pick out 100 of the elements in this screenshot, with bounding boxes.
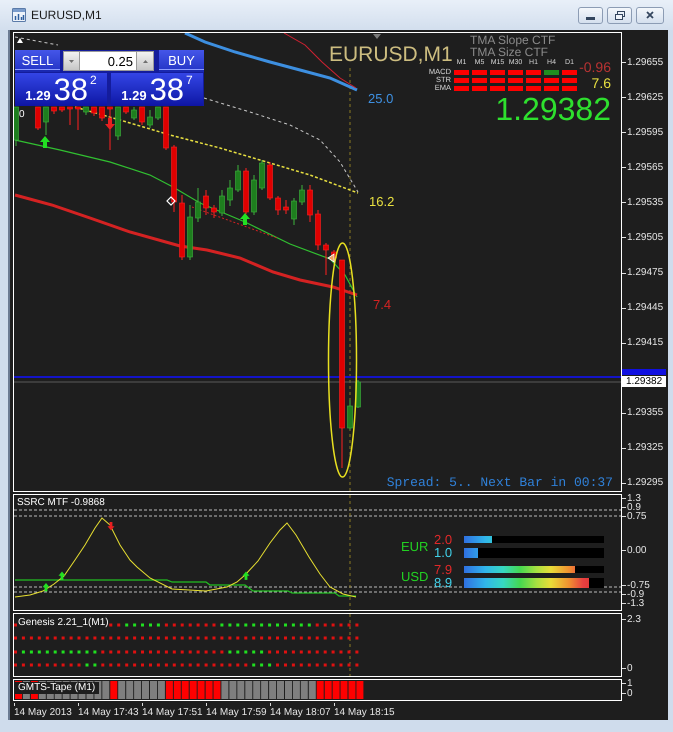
indicator-reading: 7.6 xyxy=(592,75,611,91)
price-label: 1.29655 xyxy=(627,58,664,68)
axis-label: -0.9 xyxy=(627,590,644,599)
bullish-candle xyxy=(14,106,19,146)
indicator-value-label: 7.4 xyxy=(373,297,392,312)
indicator-reading: -0.96 xyxy=(579,59,611,75)
bearish-candle xyxy=(51,106,57,114)
bearish-candle xyxy=(171,144,177,212)
bullish-candle xyxy=(347,400,353,430)
restore-button[interactable] xyxy=(607,6,632,24)
axis-label: 0.00 xyxy=(627,546,646,555)
time-label: 14 May 2013 xyxy=(14,707,73,719)
up-arrow-icon xyxy=(42,583,50,592)
axis-label: 2.3 xyxy=(627,615,641,624)
last-price: 1.29382 xyxy=(495,93,611,125)
chart-window-icon xyxy=(12,8,26,22)
bearish-candle xyxy=(203,190,209,216)
indicator-value-label: 25.0 xyxy=(368,91,394,106)
indicator-title: GMTS-Tape (M1) xyxy=(15,682,100,694)
time-label: 14 May 18:07 xyxy=(270,707,332,719)
bearish-candle xyxy=(163,106,169,150)
price-label: 1.29505 xyxy=(627,232,664,243)
bullish-candle xyxy=(43,106,49,136)
price-label: 1.29325 xyxy=(627,443,664,454)
bullish-candle xyxy=(219,190,225,216)
current-price-label: 1.29382 xyxy=(622,376,666,388)
bearish-candle xyxy=(59,106,65,112)
decrease-button[interactable] xyxy=(63,51,80,71)
sell-button[interactable]: SELL xyxy=(15,50,60,72)
bullish-candle xyxy=(155,106,161,120)
bearish-candle xyxy=(179,194,185,260)
bullish-candle xyxy=(355,380,361,408)
price-label: 1.29475 xyxy=(627,268,664,278)
bearish-candle xyxy=(139,106,145,126)
buy-button[interactable]: BUY xyxy=(159,50,204,72)
indicator-title: Genesis 2.21_1(M1) xyxy=(18,617,109,629)
status-text: Spread: 5.. Next Bar in 00:37 xyxy=(386,475,613,490)
axis-label: 1 xyxy=(627,679,633,688)
bullish-candle xyxy=(235,164,241,192)
bearish-candle xyxy=(243,168,249,214)
marker-icon xyxy=(166,196,176,206)
bullish-candle xyxy=(83,106,89,116)
axis-label: 1.3 xyxy=(627,494,641,503)
price-label: 1.29535 xyxy=(627,198,664,208)
price-label: 1.29625 xyxy=(627,92,664,103)
up-arrow-icon xyxy=(58,572,66,580)
strength-reading: 2.0 xyxy=(434,533,454,546)
bearish-candle xyxy=(211,204,217,218)
indicator-caption: TMA Size CTF xyxy=(470,46,550,58)
time-label: 14 May 18:15 xyxy=(334,707,396,719)
bearish-candle xyxy=(35,106,41,130)
bullish-candle xyxy=(115,106,121,140)
bullish-candle xyxy=(259,160,265,190)
up-arrow-icon xyxy=(242,572,250,580)
price-label: 1.29355 xyxy=(627,408,664,418)
symbol-label: EURUSD,M1 xyxy=(329,44,453,66)
price-label: 1.29445 xyxy=(627,303,664,313)
edge-label: 0 xyxy=(19,109,25,120)
strength-reading: 8.9 xyxy=(434,576,454,589)
bullish-candle xyxy=(299,184,305,206)
currency-label: EUR xyxy=(401,538,430,554)
price-label: 1.29415 xyxy=(627,338,664,348)
close-button[interactable] xyxy=(636,6,664,24)
window-title: EURUSD,M1 xyxy=(31,8,102,22)
up-arrow-icon xyxy=(240,213,250,225)
price-label: 1.29565 xyxy=(627,162,664,173)
strength-reading: 1.0 xyxy=(434,546,454,559)
caret-up-icon xyxy=(142,60,148,62)
bearish-candle xyxy=(107,106,113,150)
time-label: 14 May 17:51 xyxy=(142,707,204,719)
minimize-button[interactable] xyxy=(578,6,603,24)
axis-label: 0 xyxy=(627,689,633,698)
axis-label: 0.9 xyxy=(627,503,641,512)
dashed-band-line xyxy=(14,36,58,46)
triangle-marker-icon xyxy=(373,34,381,39)
down-arrow-icon xyxy=(108,522,114,530)
minimize-icon xyxy=(586,16,595,20)
price-label: 1.29295 xyxy=(627,478,664,488)
bearish-candle xyxy=(307,184,313,222)
axis-label: -0.75 xyxy=(627,581,650,590)
axis-label: -1.3 xyxy=(627,599,644,608)
lot-size-field[interactable]: 0.25 xyxy=(80,51,136,71)
currency-label: USD xyxy=(401,568,430,584)
down-arrow-icon xyxy=(105,118,115,130)
bullish-candle xyxy=(131,106,137,120)
time-label: 14 May 17:43 xyxy=(78,707,140,719)
bearish-candle xyxy=(91,106,97,116)
bearish-candle xyxy=(75,106,81,130)
restore-icon xyxy=(614,10,624,20)
indicator-caption: TMA Slope CTF xyxy=(470,34,556,46)
triangle-marker-icon xyxy=(17,38,23,43)
indicator-value-label: 16.2 xyxy=(369,194,394,209)
bid-marker xyxy=(622,369,666,376)
marker-icon xyxy=(327,253,334,263)
bullish-candle xyxy=(227,180,233,206)
close-icon xyxy=(646,11,654,19)
strength-reading: 7.9 xyxy=(434,563,454,576)
bearish-candle xyxy=(283,200,289,214)
bearish-candle xyxy=(267,162,273,200)
price-label: 1.29595 xyxy=(627,128,664,138)
